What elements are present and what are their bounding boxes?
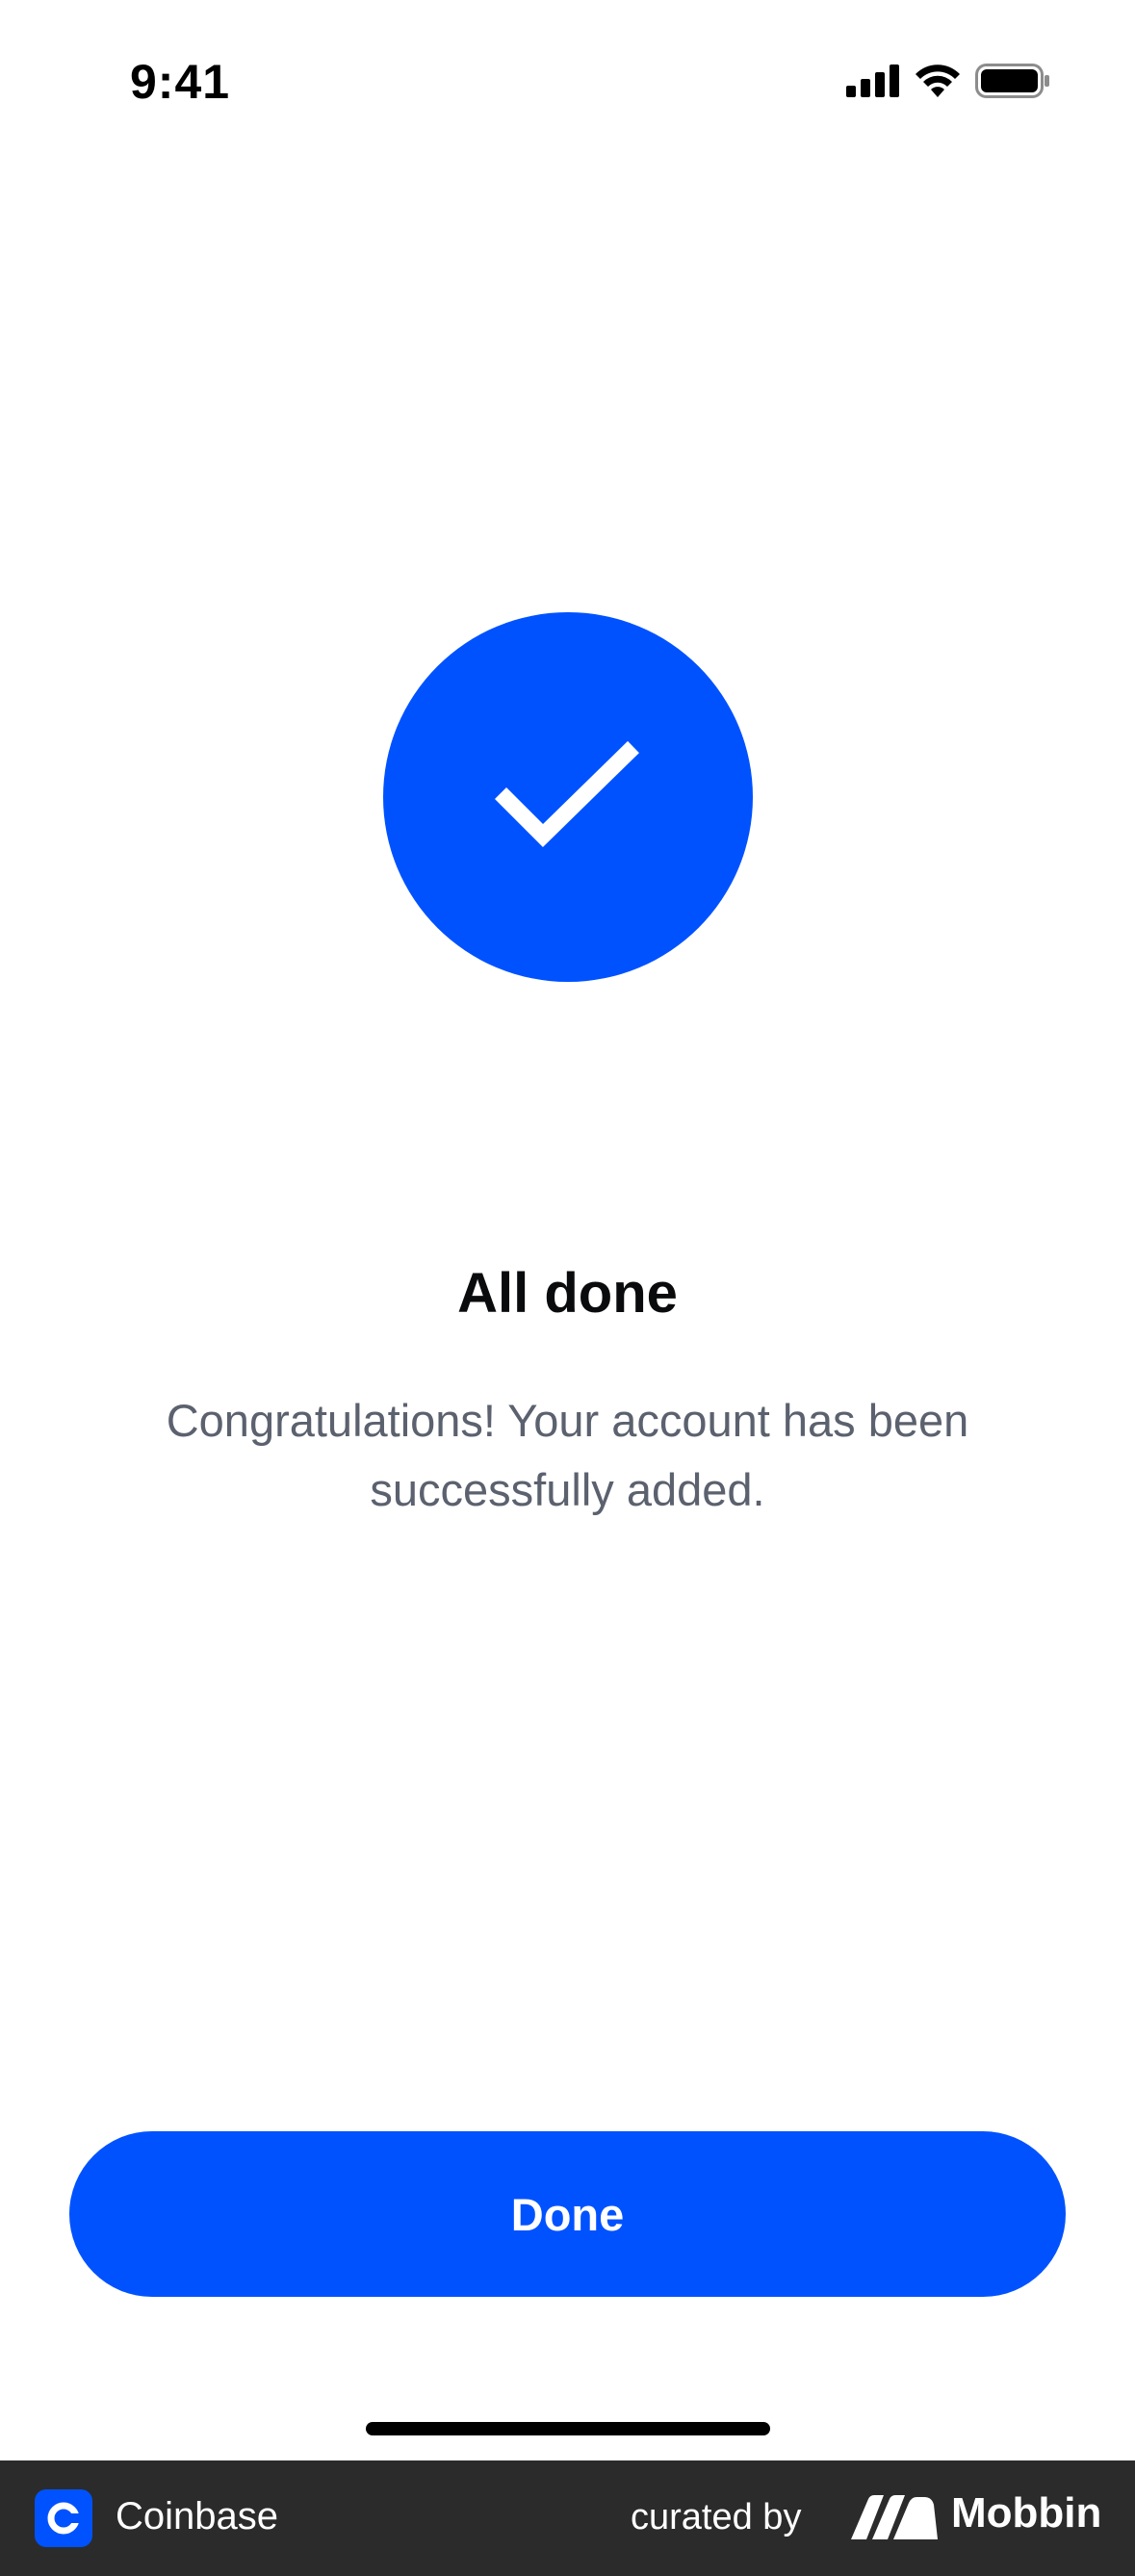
- footer-brand: Mobbin: [951, 2489, 1102, 2537]
- checkmark-icon: [491, 737, 645, 858]
- page-title: All done: [457, 1262, 678, 1325]
- coinbase-logo-icon: [35, 2489, 92, 2547]
- cellular-signal-icon: [846, 64, 900, 97]
- status-icons: [846, 64, 1050, 98]
- done-button[interactable]: Done: [69, 2131, 1066, 2297]
- success-message: Congratulations! Your account has been s…: [106, 1386, 1029, 1525]
- footer-curated-label: curated by: [631, 2497, 802, 2537]
- mobbin-logo-icon: [851, 2495, 938, 2544]
- success-message-line-1: Congratulations! Your account has been: [166, 1395, 969, 1446]
- wifi-icon: [916, 64, 960, 97]
- battery-icon: [975, 64, 1050, 98]
- footer-bar: Coinbase curated by Mobbin: [0, 2460, 1135, 2576]
- home-indicator[interactable]: [366, 2422, 770, 2435]
- success-message-line-2: successfully added.: [370, 1464, 765, 1515]
- success-badge: [383, 612, 753, 982]
- footer-app-name: Coinbase: [116, 2495, 279, 2537]
- status-time: 9:41: [130, 55, 231, 109]
- status-bar: 9:41: [0, 0, 1135, 164]
